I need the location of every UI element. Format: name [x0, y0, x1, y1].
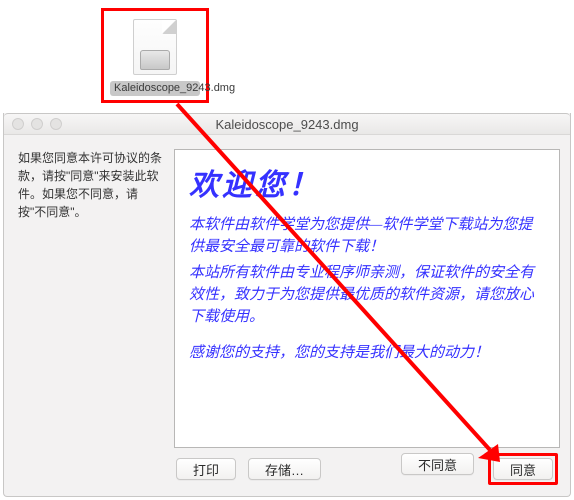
dialog-body: 如果您同意本许可协议的条款，请按"同意"来安装此软件。如果您不同意，请按"不同意…	[4, 135, 570, 448]
save-button[interactable]: 存储…	[248, 458, 321, 480]
printer-icon	[140, 50, 170, 70]
file-label[interactable]: Kaleidoscope_9243.dmg	[110, 81, 200, 96]
disagree-button[interactable]: 不同意	[401, 453, 474, 475]
file-icon-highlight: Kaleidoscope_9243.dmg	[101, 8, 209, 103]
close-icon[interactable]	[12, 118, 24, 130]
desktop-area: Kaleidoscope_9243.dmg Kaleidoscope_9243.…	[0, 0, 574, 500]
license-paragraph-1: 本软件由软件学堂为您提供—软件学堂下载站为您提供最安全最可靠的软件下载！	[189, 214, 545, 258]
license-dialog: Kaleidoscope_9243.dmg 如果您同意本许可协议的条款，请按"同…	[3, 113, 571, 497]
file-icon-container: Kaleidoscope_9243.dmg	[100, 2, 210, 109]
dialog-title: Kaleidoscope_9243.dmg	[4, 117, 570, 132]
dialog-titlebar: Kaleidoscope_9243.dmg	[4, 113, 570, 135]
window-controls	[12, 118, 62, 130]
welcome-heading: 欢迎您！	[189, 160, 545, 204]
license-paragraph-2: 本站所有软件由专业程序师亲测，保证软件的安全有效性，致力于为您提供最优质的软件资…	[189, 262, 545, 328]
print-button[interactable]: 打印	[176, 458, 236, 480]
dmg-file-icon[interactable]	[133, 19, 177, 75]
minimize-icon[interactable]	[31, 118, 43, 130]
license-content-frame: 欢迎您！ 本软件由软件学堂为您提供—软件学堂下载站为您提供最安全最可靠的软件下载…	[174, 149, 560, 448]
license-content: 欢迎您！ 本软件由软件学堂为您提供—软件学堂下载站为您提供最安全最可靠的软件下载…	[175, 150, 559, 374]
agree-button-highlight: 同意	[488, 453, 558, 485]
zoom-icon[interactable]	[50, 118, 62, 130]
license-paragraph-3: 感谢您的支持，您的支持是我们最大的动力！	[189, 342, 545, 364]
dialog-button-row: 打印 存储… 不同意 同意	[4, 452, 570, 486]
license-instructions: 如果您同意本许可协议的条款，请按"同意"来安装此软件。如果您不同意，请按"不同意…	[18, 149, 174, 448]
agree-button[interactable]: 同意	[493, 458, 553, 480]
